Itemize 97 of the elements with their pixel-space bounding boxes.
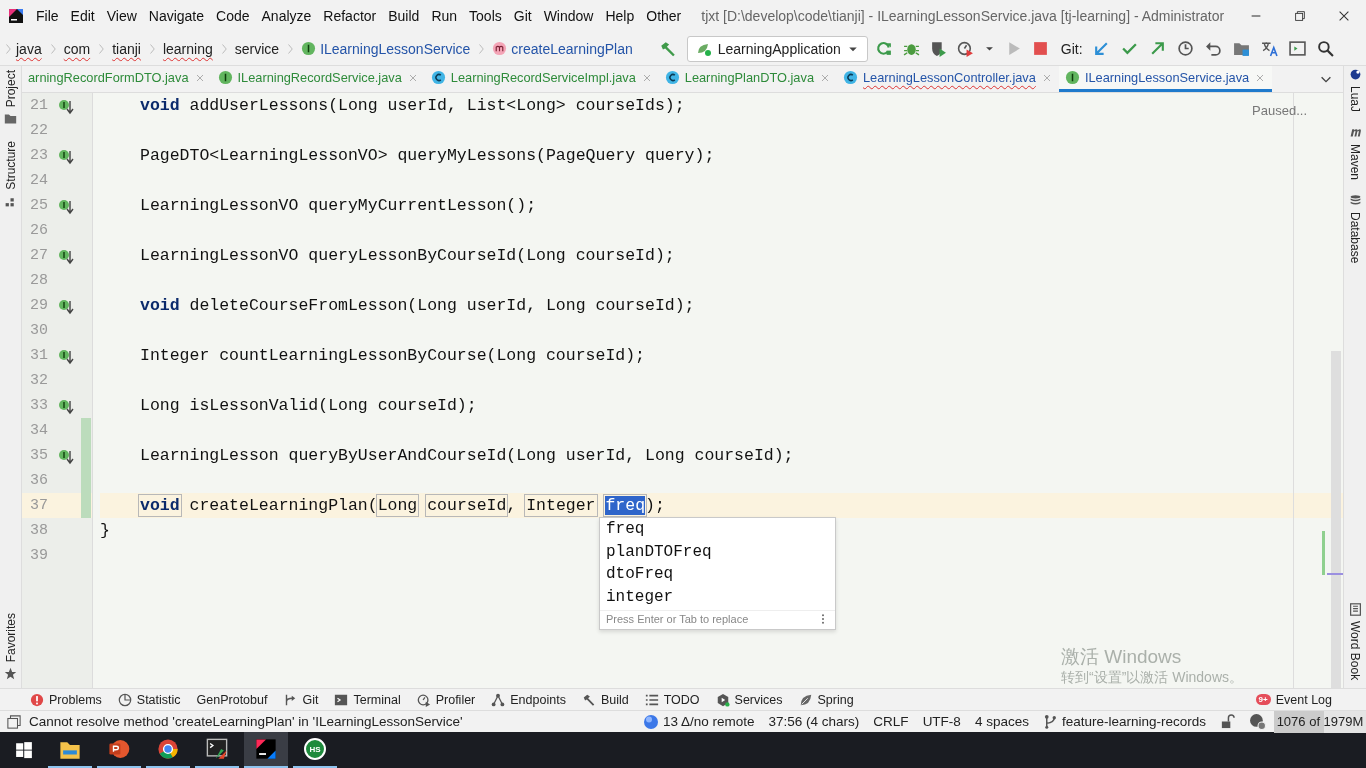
line-number: 22: [29, 122, 48, 139]
taskbar-app[interactable]: HS: [293, 732, 337, 768]
editor-tab[interactable]: ILearningLessonService.java: [1058, 66, 1273, 92]
code-line: Integer countLearningLessonByCourse(Long courseId);: [139, 346, 645, 365]
window-title: tjxt [D:\develop\code\tianji] - ILearningLessonService.java [tj-learning] - Administrator: [701, 8, 1225, 24]
line-number: 27: [29, 247, 48, 264]
breadcrumb[interactable]: ILearningLessonService: [299, 40, 473, 57]
code-line: LearningLessonVO queryLessonByCourseId(Long courseId);: [139, 246, 675, 265]
app-logo: HS: [304, 738, 326, 760]
line-number: 39: [29, 547, 48, 564]
line-number: 38: [29, 522, 48, 539]
tool-window-button[interactable]: Problems: [30, 692, 102, 707]
tool-window-button[interactable]: Maven: [1348, 126, 1362, 181]
event-log-button[interactable]: 9+ Event Log: [1255, 692, 1332, 707]
line-number: 34: [29, 422, 48, 439]
indent-setting[interactable]: 4 spaces: [974, 714, 1029, 729]
line-number: 31: [29, 347, 48, 364]
line-number: 33: [29, 397, 48, 414]
tool-window-button[interactable]: Endpoints: [491, 692, 566, 707]
code-line: PageDTO<LearningLessonVO> queryMyLessons(PageQuery query);: [139, 146, 715, 165]
editor-tab[interactable]: ILearningRecordService.java: [211, 66, 425, 92]
line-number: 36: [29, 472, 48, 489]
tool-window-button[interactable]: Project: [3, 70, 18, 126]
tool-window-button[interactable]: LuaJ: [1348, 68, 1362, 113]
menu-item[interactable]: Help: [599, 8, 641, 24]
vcs-status[interactable]: 13 Δ/no remote: [643, 713, 755, 730]
tool-window-button[interactable]: Favorites: [3, 612, 18, 680]
tool-window-button[interactable]: GenProtobuf: [196, 692, 268, 707]
line-number: 23: [29, 147, 48, 164]
menu-item[interactable]: Navigate: [142, 8, 211, 24]
line-number: 30: [29, 322, 48, 339]
breadcrumb[interactable]: java: [14, 40, 44, 57]
status-text: Paused...: [1252, 103, 1307, 118]
editor-tab[interactable]: arningRecordFormDTO.java: [22, 66, 212, 92]
tool-window-button[interactable]: TODO: [644, 692, 700, 707]
menu-item[interactable]: Other: [640, 8, 688, 24]
tool-window-button[interactable]: Profiler: [416, 692, 476, 707]
breadcrumb[interactable]: com: [61, 40, 93, 57]
completion-hint: Press Enter or Tab to replace: [606, 613, 749, 625]
breadcrumb[interactable]: learning: [160, 40, 215, 57]
menu-item[interactable]: Code: [210, 8, 256, 24]
activation-text: 转到“设置”以激活 Windows。: [1061, 669, 1243, 686]
line-separator[interactable]: CRLF: [873, 714, 909, 729]
line-number: 26: [29, 222, 48, 239]
editor-tab[interactable]: LearningRecordServiceImpl.java: [424, 66, 659, 92]
tool-window-button[interactable]: Git: [283, 692, 319, 707]
menu-item[interactable]: Window: [537, 8, 600, 24]
tool-window-button[interactable]: Terminal: [334, 692, 401, 707]
breadcrumb[interactable]: createLearningPlan: [490, 40, 635, 57]
line-number: 35: [29, 447, 48, 464]
menu-item[interactable]: Build: [382, 8, 426, 24]
git-label: Git:: [1060, 40, 1083, 57]
tool-window-button[interactable]: Services: [715, 692, 783, 707]
completion-item[interactable]: freq: [600, 518, 835, 541]
line-number: 25: [29, 197, 48, 214]
code-line: void createLearningPlan(Long courseId, Integer freq);: [139, 496, 665, 515]
run-config-dropdown[interactable]: LearningApplication: [686, 35, 868, 62]
line-number: 37: [29, 497, 48, 514]
tool-window-button[interactable]: Statistic: [117, 692, 181, 707]
code-line: }: [100, 521, 110, 540]
breadcrumb[interactable]: service: [232, 40, 282, 57]
line-number: 29: [29, 297, 48, 314]
completion-item[interactable]: planDTOFreq: [600, 540, 835, 563]
menu-item[interactable]: Edit: [64, 8, 101, 24]
tool-window-button[interactable]: Build: [581, 692, 629, 707]
code-line: LearningLessonVO queryMyCurrentLesson();: [139, 196, 537, 215]
line-number: 32: [29, 372, 48, 389]
menu-item[interactable]: Refactor: [317, 8, 383, 24]
status-message: Cannot resolve method 'createLearningPlan' in 'ILearningLessonService': [29, 714, 463, 729]
tool-window-button[interactable]: Database: [1348, 194, 1362, 264]
code-line: LearningLesson queryByUserAndCourseId(Long userId, Long courseId);: [139, 446, 794, 465]
menu-item[interactable]: Tools: [463, 8, 508, 24]
activation-title: 激活 Windows: [1061, 646, 1183, 670]
editor-tab[interactable]: LearningPlanDTO.java: [658, 66, 837, 92]
menu-item[interactable]: Run: [425, 8, 464, 24]
breadcrumb[interactable]: tianji: [110, 40, 143, 57]
caret-position[interactable]: 37:56 (4 chars): [768, 714, 860, 729]
memory-indicator[interactable]: 1076 of 1979M: [1274, 710, 1366, 733]
menu-item[interactable]: File: [30, 8, 65, 24]
code-line: Long isLessonValid(Long courseId);: [139, 396, 477, 415]
line-number: 24: [29, 172, 48, 189]
completion-item[interactable]: dtoFreq: [600, 563, 835, 586]
editor-tab[interactable]: LearningLessonController.java: [837, 66, 1059, 92]
menu-item[interactable]: Git: [507, 8, 538, 24]
notification-badge: 9+: [1255, 694, 1271, 705]
line-number: 21: [29, 97, 48, 114]
encoding[interactable]: UTF-8: [922, 714, 961, 729]
code-line: void addUserLessons(Long userId, List<Long> courseIds);: [139, 96, 685, 115]
tool-window-button[interactable]: Word Book: [1348, 602, 1362, 680]
menu-item[interactable]: Analyze: [255, 8, 318, 24]
tool-window-button[interactable]: Structure: [3, 141, 18, 209]
git-branch[interactable]: feature-learning-records: [1042, 714, 1206, 729]
code-line: void deleteCourseFromLesson(Long userId, Long courseId);: [139, 296, 695, 315]
menu-item[interactable]: View: [100, 8, 143, 24]
completion-item[interactable]: integer: [600, 585, 835, 608]
tool-window-button[interactable]: Spring: [798, 692, 854, 707]
line-number: 28: [29, 272, 48, 289]
